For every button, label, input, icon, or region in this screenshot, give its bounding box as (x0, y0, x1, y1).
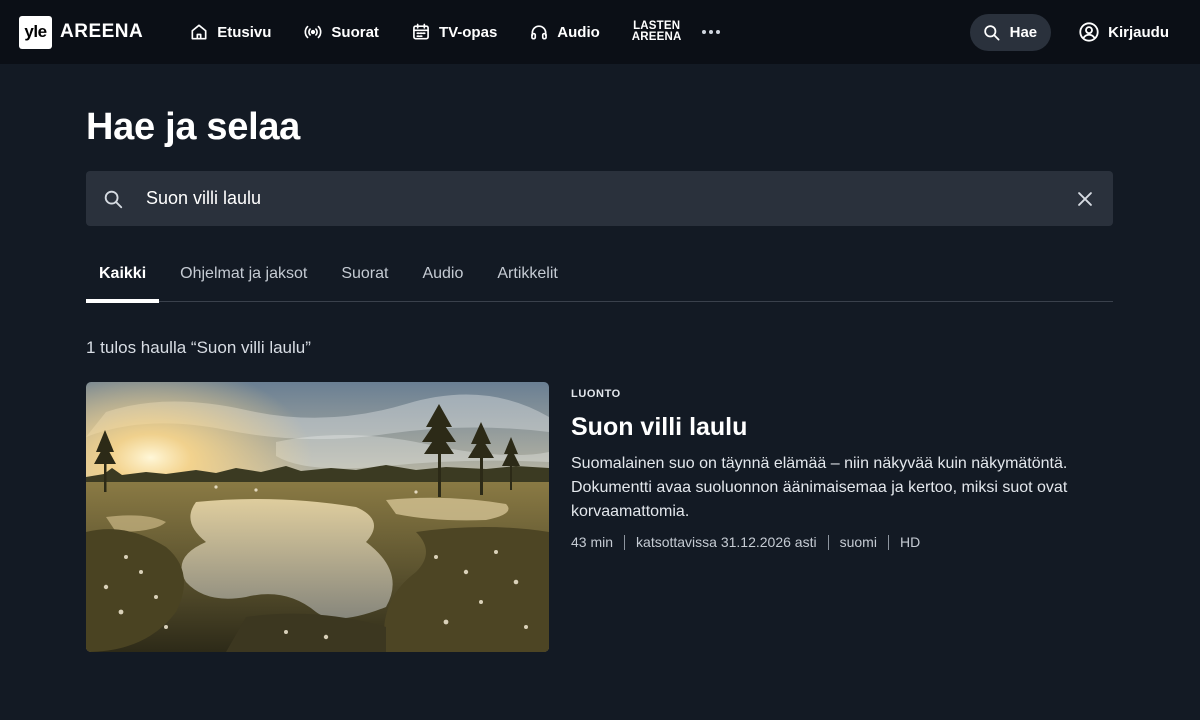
result-category: LUONTO (571, 388, 621, 400)
lasten-areena-line2: AREENA (631, 31, 682, 43)
result-thumbnail[interactable] (86, 382, 549, 652)
result-duration: 43 min (571, 534, 614, 550)
tab-ohjelmat-ja-jaksot[interactable]: Ohjelmat ja jaksot (167, 253, 320, 302)
nav-item-audio[interactable]: Audio (529, 22, 600, 42)
result-card[interactable]: LUONTO Suon villi laulu Suomalainen suo … (86, 382, 1091, 652)
result-meta: 43 min katsottavissa 31.12.2026 asti suo… (571, 534, 1091, 550)
areena-wordmark: AREENA (60, 21, 144, 42)
yle-logo-badge: yle (19, 15, 52, 49)
result-language: suomi (839, 534, 877, 550)
nav-item-tv-opas[interactable]: TV-opas (411, 22, 497, 42)
nav-item-suorat[interactable]: Suorat (303, 22, 379, 42)
tab-artikkelit[interactable]: Artikkelit (484, 253, 570, 302)
meta-divider (624, 534, 626, 550)
nav-item-label: Etusivu (217, 23, 272, 41)
nav-item-label: TV-opas (438, 23, 498, 41)
meta-divider (827, 534, 829, 550)
nav-item-label: Audio (557, 23, 600, 41)
close-icon[interactable] (1074, 188, 1096, 210)
calendar-icon (413, 23, 429, 40)
search-input[interactable] (124, 171, 1074, 226)
yle-areena-logo[interactable]: yle AREENA (19, 15, 144, 49)
top-bar: yle AREENA Etusivu Suorat TV-opas Audio … (0, 0, 1200, 64)
broadcast-icon (304, 25, 322, 39)
bog-landscape-image (86, 382, 549, 652)
result-count: 1 tulos haulla “Suon villi laulu” (86, 338, 311, 357)
login-button[interactable]: Kirjaudu (1078, 21, 1169, 43)
more-icon[interactable] (700, 24, 722, 40)
search-icon (104, 190, 123, 208)
search-button-label: Hae (1009, 23, 1038, 41)
search-button[interactable]: Hae (969, 13, 1052, 51)
headphones-icon (531, 25, 548, 40)
search-icon (983, 24, 1000, 40)
result-description: Suomalainen suo on täynnä elämää – niin … (571, 455, 1068, 520)
result-availability: katsottavissa 31.12.2026 asti (636, 534, 817, 550)
user-icon (1079, 22, 1099, 42)
search-tabs: Kaikki Ohjelmat ja jaksot Suorat Audio A… (86, 253, 1113, 303)
header-actions: Hae Kirjaudu (969, 13, 1181, 51)
lasten-areena-link[interactable]: LASTEN AREENA (631, 20, 682, 43)
home-icon (191, 24, 207, 40)
page-title: Hae ja selaa (86, 106, 301, 148)
result-quality: HD (899, 534, 921, 550)
tab-suorat[interactable]: Suorat (328, 253, 401, 302)
result-details: LUONTO Suon villi laulu Suomalainen suo … (571, 382, 1091, 652)
result-title[interactable]: Suon villi laulu (571, 413, 1091, 442)
nav-item-label: Suorat (331, 23, 379, 41)
search-bar (86, 171, 1113, 226)
meta-divider (887, 534, 889, 550)
login-button-label: Kirjaudu (1108, 23, 1169, 41)
main-nav: Etusivu Suorat TV-opas Audio LASTEN AREE… (189, 0, 721, 64)
tab-kaikki[interactable]: Kaikki (86, 253, 160, 303)
nav-item-etusivu[interactable]: Etusivu (189, 22, 271, 42)
tab-audio[interactable]: Audio (409, 253, 476, 302)
